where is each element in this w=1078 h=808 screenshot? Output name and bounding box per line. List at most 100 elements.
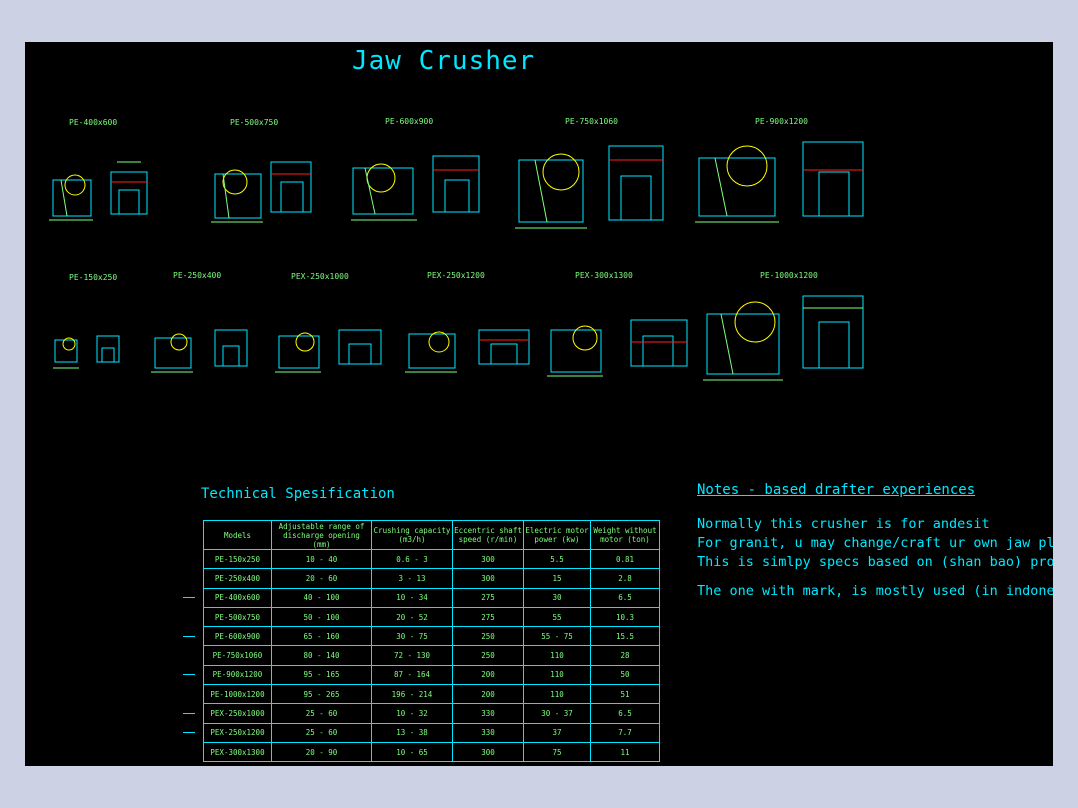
table-cell: 13 - 38 bbox=[371, 722, 453, 743]
table-cell: 95 - 265 bbox=[271, 684, 372, 705]
crusher-drawing-pe-600x900 bbox=[351, 155, 480, 221]
table-row: PE-1000x1200 95 - 265 196 - 214 200 110 51 bbox=[203, 684, 660, 705]
table-cell: 40 - 100 bbox=[271, 587, 372, 608]
cad-drawing-canvas[interactable]: Jaw Crusher PE-400x600 PE-500x750 PE-600… bbox=[25, 42, 1053, 766]
model-label: PEX-250x1000 bbox=[291, 272, 349, 281]
table-cell: 110 bbox=[523, 664, 591, 686]
table-cell: PE-500x750 bbox=[203, 606, 272, 628]
table-cell: 11 bbox=[590, 741, 660, 763]
col-header: Adjustable range of discharge opening (m… bbox=[271, 520, 372, 550]
note-line: For granit, u may change/craft ur own ja… bbox=[697, 535, 1053, 551]
table-cell: PE-750x1060 bbox=[203, 645, 272, 666]
table-row: PE-250x400 20 - 60 3 - 13 300 15 2.8 bbox=[203, 568, 660, 589]
table-cell: PE-600x900 bbox=[203, 626, 272, 647]
table-cell: 25 - 60 bbox=[271, 703, 372, 724]
model-label: PE-750x1060 bbox=[565, 117, 618, 126]
table-cell: 51 bbox=[590, 684, 660, 705]
col-header: Crushing capacity (m3/h) bbox=[371, 520, 453, 550]
crusher-drawing-pe-400x600 bbox=[49, 161, 148, 221]
table-cell: PE-900x1200 bbox=[203, 664, 272, 686]
used-model-mark bbox=[183, 713, 195, 715]
table-cell: 330 bbox=[452, 722, 524, 743]
table-cell: 6.5 bbox=[590, 703, 660, 724]
col-header: Electric motor power (kw) bbox=[523, 520, 591, 550]
table-cell: 72 - 130 bbox=[371, 645, 453, 666]
table-cell: 55 - 75 bbox=[523, 626, 591, 647]
used-model-mark bbox=[183, 674, 195, 676]
table-cell: 30 - 37 bbox=[523, 703, 591, 724]
model-label: PE-1000x1200 bbox=[760, 271, 818, 280]
table-row: PE-900x1200 95 - 165 87 - 164 200 110 50 bbox=[203, 664, 660, 686]
crusher-drawing-pex-300x1300 bbox=[547, 319, 688, 377]
table-cell: 0.6 - 3 bbox=[371, 548, 453, 570]
col-header: Eccentric shaft speed (r/min) bbox=[452, 520, 524, 550]
used-model-mark bbox=[183, 635, 195, 637]
table-cell: 95 - 165 bbox=[271, 664, 372, 686]
spec-table: Models Adjustable range of discharge ope… bbox=[203, 520, 660, 763]
crusher-drawing-pe-900x1200 bbox=[695, 141, 864, 223]
table-cell: 10.3 bbox=[590, 606, 660, 628]
table-cell: 10 - 65 bbox=[371, 741, 453, 763]
table-cell: 250 bbox=[452, 645, 524, 666]
table-cell: 10 - 40 bbox=[271, 548, 372, 570]
model-label: PE-150x250 bbox=[69, 273, 118, 282]
table-row: PE-500x750 50 - 100 20 - 52 275 55 10.3 bbox=[203, 606, 660, 628]
table-cell: 80 - 140 bbox=[271, 645, 372, 666]
table-cell: 275 bbox=[452, 606, 524, 628]
table-cell: 30 - 75 bbox=[371, 626, 453, 647]
table-cell: PE-150x250 bbox=[203, 548, 272, 570]
crusher-drawing-pe-500x750 bbox=[211, 161, 312, 223]
table-cell: 5.5 bbox=[523, 548, 591, 570]
crusher-drawing-pex-250x1200 bbox=[405, 329, 530, 373]
table-cell: 275 bbox=[452, 587, 524, 608]
table-cell: PEX-250x1200 bbox=[203, 722, 272, 743]
crusher-drawing-pe-750x1060 bbox=[515, 145, 664, 229]
drawing-title: Jaw Crusher bbox=[352, 46, 536, 76]
table-cell: PEX-300x1300 bbox=[203, 741, 272, 763]
used-model-mark bbox=[183, 597, 195, 599]
table-cell: 200 bbox=[452, 664, 524, 686]
table-cell: 250 bbox=[452, 626, 524, 647]
col-header: Models bbox=[203, 520, 272, 550]
table-cell: 7.7 bbox=[590, 722, 660, 743]
table-cell: PEX-250x1000 bbox=[203, 703, 272, 724]
model-label: PEX-250x1200 bbox=[427, 271, 485, 280]
model-label: PE-500x750 bbox=[230, 118, 279, 127]
used-model-mark bbox=[183, 732, 195, 734]
crusher-drawing-pe-1000x1200 bbox=[703, 295, 864, 381]
table-cell: 65 - 160 bbox=[271, 626, 372, 647]
table-row: PEX-300x1300 20 - 90 10 - 65 300 75 11 bbox=[203, 741, 660, 763]
table-cell: 28 bbox=[590, 645, 660, 666]
table-cell: 3 - 13 bbox=[371, 568, 453, 589]
model-label: PE-400x600 bbox=[69, 118, 118, 127]
table-header-row: Models Adjustable range of discharge ope… bbox=[203, 520, 660, 550]
model-label: PE-250x400 bbox=[173, 271, 222, 280]
model-label: PEX-300x1300 bbox=[575, 271, 633, 280]
notes-block: Normally this crusher is for andesit For… bbox=[697, 515, 1053, 601]
note-line: Normally this crusher is for andesit bbox=[697, 516, 990, 532]
table-cell: 50 - 100 bbox=[271, 606, 372, 628]
table-cell: 87 - 164 bbox=[371, 664, 453, 686]
table-cell: 330 bbox=[452, 703, 524, 724]
table-cell: 196 - 214 bbox=[371, 684, 453, 705]
model-label: PE-600x900 bbox=[385, 117, 434, 126]
table-cell: 2.8 bbox=[590, 568, 660, 589]
table-cell: 0.81 bbox=[590, 548, 660, 570]
table-cell: PE-1000x1200 bbox=[203, 684, 272, 705]
table-cell: 110 bbox=[523, 684, 591, 705]
notes-title: Notes - based drafter experiences bbox=[697, 482, 976, 498]
crusher-drawing-pe-150x250 bbox=[53, 335, 120, 369]
table-cell: 50 bbox=[590, 664, 660, 686]
table-cell: 25 - 60 bbox=[271, 722, 372, 743]
table-row: PE-400x600 40 - 100 10 - 34 275 30 6.5 bbox=[203, 587, 660, 608]
table-cell: 20 - 52 bbox=[371, 606, 453, 628]
table-row: PE-750x1060 80 - 140 72 - 130 250 110 28 bbox=[203, 645, 660, 666]
table-cell: 15 bbox=[523, 568, 591, 589]
table-cell: 10 - 32 bbox=[371, 703, 453, 724]
table-cell: 300 bbox=[452, 568, 524, 589]
table-cell: 30 bbox=[523, 587, 591, 608]
table-cell: 200 bbox=[452, 684, 524, 705]
table-cell: 20 - 60 bbox=[271, 568, 372, 589]
table-cell: 55 bbox=[523, 606, 591, 628]
table-cell: 20 - 90 bbox=[271, 741, 372, 763]
